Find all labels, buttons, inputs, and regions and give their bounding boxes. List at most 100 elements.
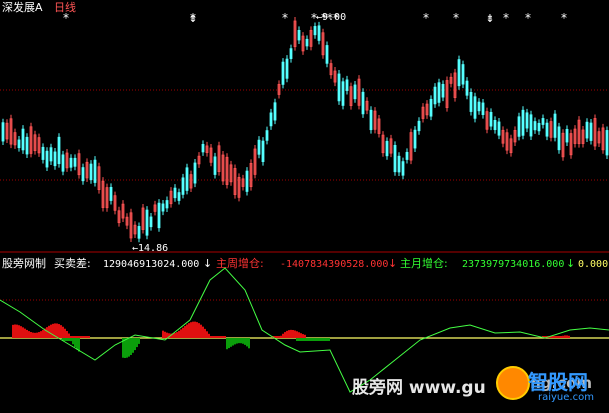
histogram-bar-red (212, 336, 214, 338)
candle-body (45, 150, 49, 168)
histogram-bar-green (134, 338, 136, 351)
chart-canvas[interactable]: * * * * * * * * * * * *⇟ ⇟ (0, 0, 609, 409)
candle-body (353, 84, 357, 100)
candle-body (481, 102, 485, 116)
histogram-bar-red (296, 331, 298, 338)
candle-body (17, 139, 21, 149)
candle-body (385, 140, 389, 157)
histogram-bar-green (248, 338, 250, 349)
histogram-bar-red (284, 332, 286, 338)
histogram-bar-red (552, 336, 554, 338)
chart-window[interactable]: * * * * * * * * * * * * ⇟ ⇟ 深发展A 日线 ←14.86 ←9.00 股旁网制… (0, 0, 609, 409)
series1-arrow: ↓ (203, 257, 213, 270)
watermark-site: 股旁网 www.gu (352, 378, 486, 398)
candle-body (541, 118, 545, 125)
candle-body (533, 121, 537, 131)
candle-body (165, 200, 169, 209)
histogram-bar-red (176, 332, 178, 338)
histogram-bar-red (38, 332, 40, 338)
histogram-bar-red (12, 324, 14, 338)
histogram-bar-red (30, 332, 32, 338)
candle-body (553, 113, 557, 138)
candle-body (529, 114, 533, 137)
histogram-bar-green (126, 338, 128, 358)
candle-body (109, 186, 113, 201)
candle-body (461, 64, 465, 85)
histogram-bar-red (298, 332, 300, 338)
candle-body (89, 163, 93, 181)
histogram-bar-red (566, 335, 568, 338)
histogram-bar-green (230, 338, 232, 347)
histogram-bar-red (556, 336, 558, 338)
series4-value: 0.000 (578, 259, 609, 270)
histogram-bar-green (232, 338, 234, 346)
series1-value: 129046913024.000 (103, 259, 200, 270)
histogram-bar-red (80, 336, 82, 338)
stock-title: 深发展A (2, 1, 43, 14)
histogram-bar-red (164, 331, 166, 338)
histogram-bar-red (180, 329, 182, 338)
candle-body (325, 45, 329, 64)
histogram-bar-red (72, 336, 74, 338)
candle-body (297, 29, 301, 41)
candle-body (81, 167, 85, 182)
candle-body (313, 26, 317, 36)
candle-body (433, 86, 437, 105)
histogram-bar-green (320, 338, 322, 341)
histogram-bar-red (554, 336, 556, 338)
histogram-bar-red (304, 334, 306, 338)
histogram-bar-red (208, 333, 210, 338)
histogram-bar-red (14, 324, 16, 338)
histogram-bar-green (234, 338, 236, 345)
histogram-bar-red (60, 325, 62, 338)
histogram-bar-green (240, 338, 242, 344)
histogram-bar-red (78, 336, 80, 338)
candle-body (157, 202, 161, 229)
candle-body (565, 128, 569, 143)
histogram-bar-red (188, 323, 190, 338)
histogram-bar-green (76, 338, 78, 350)
series3-label: 主月增仓: (400, 257, 448, 270)
histogram-bar-red (564, 335, 566, 338)
candle-body (337, 73, 341, 102)
histogram-bar-red (74, 336, 76, 338)
series3-arrow: ↓ (566, 257, 576, 270)
candle-body (429, 98, 433, 117)
histogram-bar-red (68, 333, 70, 338)
histogram-bar-red (34, 332, 36, 338)
histogram-bar-red (562, 335, 564, 338)
histogram-bar-red (194, 321, 196, 338)
histogram-bar-green (246, 338, 248, 347)
histogram-bar-green (238, 338, 240, 344)
histogram-bar-red (46, 327, 48, 338)
candle-body (537, 122, 541, 132)
histogram-bar-red (190, 322, 192, 338)
histogram-bar-red (280, 335, 282, 338)
candle-body (177, 192, 181, 201)
histogram-bar-red (28, 331, 30, 338)
histogram-bar-green (226, 338, 228, 350)
histogram-bar-red (198, 323, 200, 338)
histogram-bar-green (128, 338, 130, 357)
histogram-bar-red (184, 326, 186, 338)
candle-body (57, 136, 61, 165)
histogram-bar-green (136, 338, 138, 348)
candle-body (145, 209, 149, 236)
candle-body (469, 91, 473, 112)
candle-body (317, 25, 321, 41)
candle-body (345, 79, 349, 91)
histogram-bar-green (324, 338, 326, 341)
candle-body (457, 59, 461, 87)
histogram-bar-red (182, 327, 184, 338)
period-label[interactable]: 日线 (54, 1, 76, 14)
candle-body (213, 156, 217, 175)
histogram-bar-red (186, 324, 188, 338)
histogram-bar-green (310, 338, 312, 341)
histogram-bar-red (292, 329, 294, 338)
candle-body (53, 151, 57, 167)
histogram-bar-green (328, 338, 330, 341)
histogram-bar-red (20, 326, 22, 338)
histogram-bar-red (88, 336, 90, 338)
histogram-bar-red (196, 322, 198, 338)
histogram-bar-red (200, 324, 202, 338)
